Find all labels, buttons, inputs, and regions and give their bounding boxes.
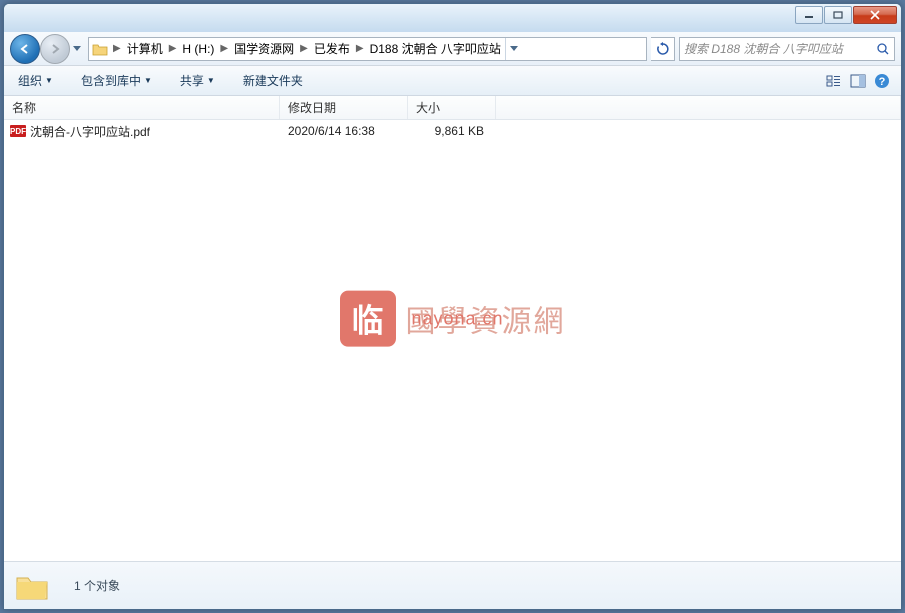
maximize-button[interactable] xyxy=(824,6,852,24)
svg-text:?: ? xyxy=(879,76,886,88)
toolbar: 组织 ▼ 包含到库中 ▼ 共享 ▼ 新建文件夹 ? xyxy=(4,66,901,96)
breadcrumb-segment[interactable]: 国学资源网 xyxy=(230,38,298,60)
explorer-window: ▶ 计算机 ▶ H (H:) ▶ 国学资源网 ▶ 已发布 ▶ D188 沈朝合 … xyxy=(3,3,902,610)
nav-history-dropdown[interactable] xyxy=(70,34,84,64)
column-headers: 名称 修改日期 大小 xyxy=(4,96,901,120)
pdf-icon: PDF xyxy=(10,125,26,137)
status-bar: 1 个对象 xyxy=(4,561,901,609)
help-button[interactable]: ? xyxy=(871,70,893,92)
forward-button[interactable] xyxy=(40,34,70,64)
nav-arrows xyxy=(10,34,84,64)
watermark-text: 國學資源網 xyxy=(406,296,566,340)
breadcrumb-dropdown[interactable] xyxy=(505,38,523,60)
chevron-down-icon: ▼ xyxy=(45,76,53,85)
watermark: 临 國學資源網 nayona.cn xyxy=(340,290,566,346)
search-input[interactable]: 搜索 D188 沈朝合 八字叩应站 xyxy=(679,37,895,61)
file-list[interactable]: PDF 沈朝合-八字叩应站.pdf 2020/6/14 16:38 9,861 … xyxy=(4,120,901,561)
file-date: 2020/6/14 16:38 xyxy=(280,124,408,138)
header-size[interactable]: 大小 xyxy=(408,96,496,119)
search-placeholder: 搜索 D188 沈朝合 八字叩应站 xyxy=(684,40,876,57)
newfolder-label: 新建文件夹 xyxy=(243,72,303,89)
chevron-right-icon[interactable]: ▶ xyxy=(298,43,310,54)
watermark-badge: 临 xyxy=(340,290,396,346)
chevron-down-icon: ▼ xyxy=(144,76,152,85)
share-button[interactable]: 共享 ▼ xyxy=(174,69,221,92)
watermark-sub: nayona.cn xyxy=(412,308,504,329)
file-name: 沈朝合-八字叩应站.pdf xyxy=(30,123,150,140)
breadcrumb-segment[interactable]: H (H:) xyxy=(178,38,218,60)
refresh-button[interactable] xyxy=(651,37,675,61)
nav-bar: ▶ 计算机 ▶ H (H:) ▶ 国学资源网 ▶ 已发布 ▶ D188 沈朝合 … xyxy=(4,32,901,66)
breadcrumb-segment[interactable]: 已发布 xyxy=(310,38,354,60)
file-size: 9,861 KB xyxy=(408,124,496,138)
chevron-right-icon[interactable]: ▶ xyxy=(167,43,179,54)
organize-label: 组织 xyxy=(18,72,42,89)
address-bar[interactable]: ▶ 计算机 ▶ H (H:) ▶ 国学资源网 ▶ 已发布 ▶ D188 沈朝合 … xyxy=(88,37,647,61)
header-name[interactable]: 名称 xyxy=(4,96,280,119)
folder-icon xyxy=(14,570,50,602)
breadcrumb-segment[interactable]: D188 沈朝合 八字叩应站 xyxy=(366,38,505,60)
view-options-button[interactable] xyxy=(823,70,845,92)
breadcrumb-segment[interactable]: 计算机 xyxy=(123,38,167,60)
chevron-right-icon[interactable]: ▶ xyxy=(218,43,230,54)
back-button[interactable] xyxy=(10,34,40,64)
chevron-right-icon[interactable]: ▶ xyxy=(354,43,366,54)
close-button[interactable] xyxy=(853,6,897,24)
preview-pane-button[interactable] xyxy=(847,70,869,92)
new-folder-button[interactable]: 新建文件夹 xyxy=(237,69,309,92)
title-bar xyxy=(4,4,901,32)
minimize-button[interactable] xyxy=(795,6,823,24)
header-spacer xyxy=(496,96,901,119)
include-label: 包含到库中 xyxy=(81,72,141,89)
folder-icon xyxy=(91,40,109,58)
file-row[interactable]: PDF 沈朝合-八字叩应站.pdf 2020/6/14 16:38 9,861 … xyxy=(4,120,901,142)
chevron-right-icon[interactable]: ▶ xyxy=(111,43,123,54)
organize-button[interactable]: 组织 ▼ xyxy=(12,69,59,92)
header-date[interactable]: 修改日期 xyxy=(280,96,408,119)
status-count: 1 个对象 xyxy=(74,577,120,594)
include-library-button[interactable]: 包含到库中 ▼ xyxy=(75,69,158,92)
search-icon xyxy=(876,42,890,56)
share-label: 共享 xyxy=(180,72,204,89)
chevron-down-icon: ▼ xyxy=(207,76,215,85)
